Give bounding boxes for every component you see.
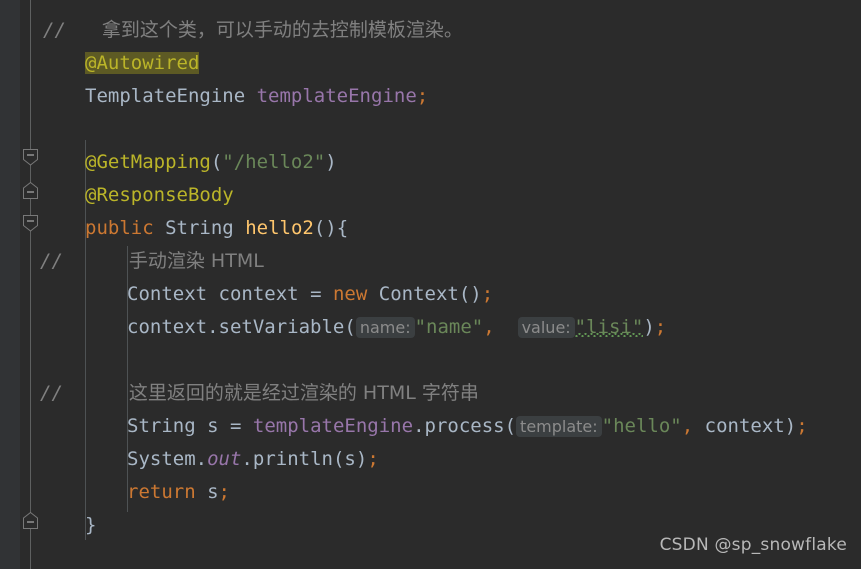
close-paren: ) [325,151,337,173]
field-templateengine: templateEngine [252,415,414,437]
dot: . [241,448,253,470]
open-paren: ( [344,316,356,338]
variable-s: s [207,415,219,437]
string-hello2-path: "/hello2" [222,151,326,173]
semicolon: ; [367,448,379,470]
type-context: Context [127,283,208,305]
code-line-comment-3: // 这里返回的就是经过渲染的 HTML 字符串 [40,377,479,410]
csdn-watermark: CSDN @sp_snowflake [659,535,847,555]
code-line-field-declaration: TemplateEngine templateEngine; [85,80,428,113]
type-templateengine: TemplateEngine [85,85,246,107]
keyword-public: public [85,217,154,239]
argument-context: context [704,415,785,437]
variable-s: s [207,481,219,503]
comment-text: 手动渲染 HTML [128,250,264,272]
param-hint-name[interactable]: name: [355,317,415,338]
code-line-setvariable: context.setVariable(name: "name", value: "… [127,311,666,344]
method-parens: () [313,217,337,239]
keyword-return: return [127,481,196,503]
string-hello: "hello" [601,415,682,437]
variable-context: context [218,283,299,305]
method-name-hello2: hello2 [245,217,314,239]
code-line-process: String s = templateEngine.process(templa… [127,410,808,443]
dot: . [413,415,425,437]
constructor-context: Context [378,283,459,305]
close-paren: ) [643,316,655,338]
code-line-responsebody: @ResponseBody [85,179,234,212]
class-system: System [127,448,196,470]
open-paren: ( [210,151,223,173]
static-field-out: out [207,448,242,470]
argument-s: s [344,448,356,470]
comment-slashes: // [40,250,63,272]
string-name: "name" [414,316,484,338]
open-paren: ( [504,415,517,437]
method-println: println [252,448,333,470]
code-line-autowired: @Autowired [85,47,200,80]
dot: . [195,448,208,470]
equals-operator: = [230,415,242,437]
method-process: process [424,415,505,437]
code-line-getmapping: @GetMapping("/hello2") [85,146,337,179]
annotation-autowired: @Autowired [85,52,200,74]
code-line-context-declaration: Context context = new Context(); [127,278,493,311]
comment-slashes: // [43,19,66,41]
field-templateengine: templateEngine [256,85,417,107]
code-line-closing-brace: } [85,509,96,542]
dot: . [207,316,219,338]
close-brace: } [85,514,97,536]
semicolon: ; [481,283,494,305]
comma: , [483,316,495,338]
open-paren: ( [332,448,345,470]
semicolon: ; [796,415,808,437]
close-paren: ) [355,448,368,470]
semicolon: ; [416,85,429,107]
comment-slashes: // [40,382,63,404]
constructor-parens: () [458,283,482,305]
comment-text: 这里返回的就是经过渲染的 HTML 字符串 [128,382,479,404]
comment-text: 拿到这个类，可以手动的去控制模板渲染。 [101,19,463,41]
param-hint-template[interactable]: template: [516,416,602,437]
code-line-comment-1: // 拿到这个类，可以手动的去控制模板渲染。 [43,14,463,47]
semicolon: ; [654,316,667,338]
equals-operator: = [310,283,322,305]
type-string: String [127,415,196,437]
code-line-println: System.out.println(s); [127,443,379,476]
close-paren: ) [784,415,797,437]
method-setvariable: setVariable [218,316,345,338]
code-editor: // 拿到这个类，可以手动的去控制模板渲染。 @Autowired Templat… [0,0,861,569]
type-string: String [165,217,234,239]
string-lisi: "lisi" [574,316,644,338]
comma: , [681,415,694,437]
code-line-comment-2: // 手动渲染 HTML [40,245,264,278]
code-line-return: return s; [127,476,230,509]
code-content[interactable]: // 拿到这个类，可以手动的去控制模板渲染。 @Autowired Templat… [0,0,861,569]
code-line-method-signature: public String hello2(){ [85,212,348,245]
annotation-getmapping: @GetMapping [85,151,211,173]
semicolon: ; [218,481,230,503]
open-brace: { [336,217,349,239]
variable-context: context [127,316,208,338]
param-hint-value[interactable]: value: [517,317,575,338]
keyword-new: new [332,283,368,305]
annotation-responsebody: @ResponseBody [85,184,234,206]
